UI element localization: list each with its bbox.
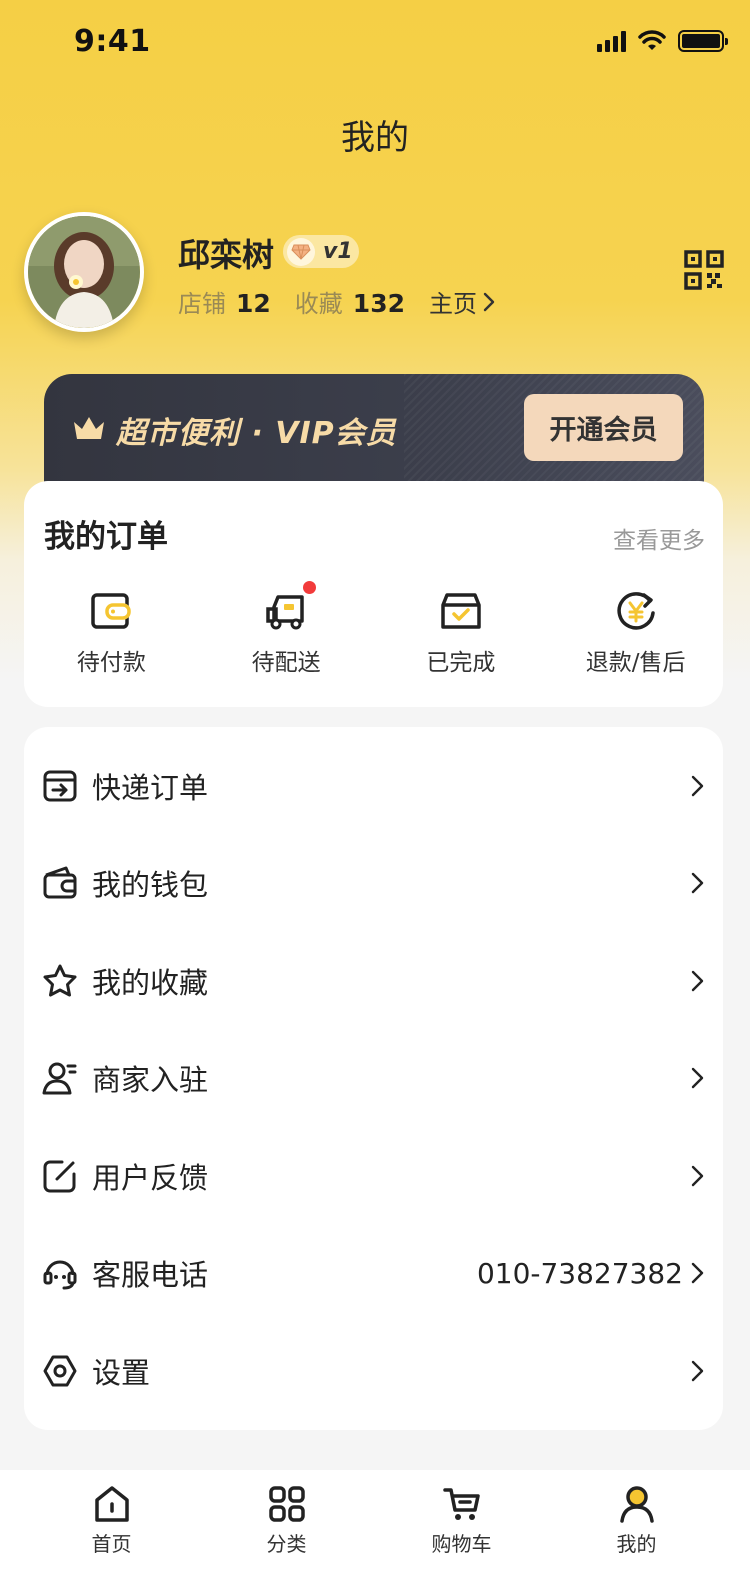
chevron-right-icon — [691, 1262, 704, 1284]
username: 邱栾树 — [178, 236, 275, 274]
order-item-refund[interactable]: 退款/售后 — [548, 589, 723, 677]
chevron-right-icon — [691, 1165, 704, 1187]
avatar[interactable] — [24, 212, 144, 332]
tab-label: 首页 — [91, 1532, 132, 1556]
vip-text: 超市便利 · VIP会员 — [116, 416, 397, 451]
notification-badge — [303, 581, 317, 594]
home-link[interactable]: 主页 — [429, 284, 497, 319]
menu-item-favorites[interactable]: 我的收藏 — [24, 932, 723, 1030]
order-item-completed[interactable]: 已完成 — [374, 589, 549, 677]
profile-stats: 店铺 12 收藏 132 主页 — [178, 284, 497, 319]
menu-item-merchant-join[interactable]: 商家入驻 — [24, 1029, 723, 1127]
star-icon — [43, 964, 77, 997]
express-box-icon — [43, 770, 77, 802]
battery-icon — [678, 30, 728, 52]
qr-code-icon[interactable] — [684, 250, 724, 290]
menu-item-feedback[interactable]: 用户反馈 — [24, 1127, 723, 1225]
menu-item-settings[interactable]: 设置 — [24, 1322, 723, 1420]
home-icon — [94, 1486, 129, 1522]
menu-item-wallet[interactable]: 我的钱包 — [24, 834, 723, 932]
home-link-label: 主页 — [428, 290, 477, 318]
stat-label-shops: 店铺 — [178, 290, 226, 318]
stat-value-shops[interactable]: 12 — [236, 289, 271, 318]
delivery-truck-icon — [266, 595, 304, 630]
tab-me[interactable]: 我的 — [549, 1470, 724, 1574]
order-status-list: 待付款 待配送 已完成 退款/售后 — [24, 581, 723, 677]
menu-item-label: 商家入驻 — [92, 1063, 209, 1097]
order-card: 我的订单 查看更多 待付款 待配送 已完成 退款/售后 — [24, 481, 723, 707]
order-item-label: 已完成 — [426, 650, 496, 676]
tab-label: 我的 — [616, 1532, 657, 1556]
menu-item-label: 我的钱包 — [92, 868, 209, 902]
order-item-pending-payment[interactable]: 待付款 — [24, 589, 199, 677]
order-item-label: 待配送 — [251, 650, 321, 676]
order-item-pending-delivery[interactable]: 待配送 — [199, 581, 374, 677]
chevron-right-icon — [483, 292, 495, 311]
tab-cart[interactable]: 购物车 — [374, 1470, 549, 1574]
cart-icon — [442, 1488, 480, 1520]
refund-yen-icon — [617, 592, 655, 630]
status-bar: 9:41 — [0, 0, 750, 88]
box-check-icon — [441, 593, 481, 629]
menu-card: 快递订单 我的钱包 我的收藏 商家入驻 用户反馈 客服电话 010-738273… — [24, 727, 723, 1430]
menu-item-label: 设置 — [92, 1356, 151, 1390]
view-more-link[interactable]: 查看更多 — [613, 521, 705, 555]
user-join-icon — [42, 1062, 77, 1095]
order-item-label: 退款/售后 — [585, 650, 686, 676]
chevron-right-icon — [691, 872, 704, 894]
page-title: 我的 — [341, 118, 409, 158]
tab-home[interactable]: 首页 — [24, 1470, 199, 1574]
signal-icon — [597, 30, 626, 52]
status-icons — [597, 30, 728, 52]
tab-label: 购物车 — [431, 1532, 492, 1556]
menu-item-label: 用户反馈 — [92, 1161, 209, 1195]
tab-bar: 首页 分类 购物车 我的 — [0, 1470, 750, 1574]
menu-item-express-orders[interactable]: 快递订单 — [24, 737, 723, 835]
menu-item-label: 快递订单 — [92, 771, 209, 805]
avatar-photo — [28, 216, 140, 328]
grid-icon — [268, 1486, 305, 1522]
user-icon — [619, 1486, 654, 1523]
level-badge: v1 — [283, 235, 359, 268]
tab-category[interactable]: 分类 — [199, 1470, 374, 1574]
settings-icon — [43, 1355, 77, 1387]
edit-icon — [43, 1160, 76, 1193]
wallet-icon — [43, 866, 77, 899]
stat-label-favorites: 收藏 — [294, 290, 343, 318]
menu-item-label: 客服电话 — [92, 1258, 209, 1292]
order-item-label: 待付款 — [76, 650, 146, 676]
stat-value-favorites[interactable]: 132 — [353, 289, 405, 318]
crown-icon — [74, 417, 104, 439]
profile-page: 9:41 我的 邱栾树 v1 店铺 12 收藏 132 主页 超市便利 · VI… — [0, 0, 750, 1574]
diamond-icon — [287, 237, 315, 266]
chevron-right-icon — [691, 775, 704, 797]
menu-item-customer-service[interactable]: 客服电话 010-73827382 — [24, 1224, 723, 1322]
vip-banner: 超市便利 · VIP会员 开通会员 — [44, 374, 704, 494]
menu-item-label: 我的收藏 — [92, 966, 209, 1000]
chevron-right-icon — [691, 1067, 704, 1089]
chevron-right-icon — [691, 970, 704, 992]
wifi-icon — [638, 30, 666, 50]
wallet-icon — [91, 593, 132, 629]
level-text: v1 — [323, 239, 353, 264]
customer-service-phone[interactable]: 010-73827382 — [477, 1257, 683, 1290]
headset-icon — [43, 1260, 77, 1290]
status-time: 9:41 — [74, 24, 151, 59]
open-membership-button[interactable]: 开通会员 — [524, 394, 683, 461]
tab-label: 分类 — [266, 1532, 307, 1556]
chevron-right-icon — [691, 1360, 704, 1382]
order-title: 我的订单 — [44, 519, 168, 555]
